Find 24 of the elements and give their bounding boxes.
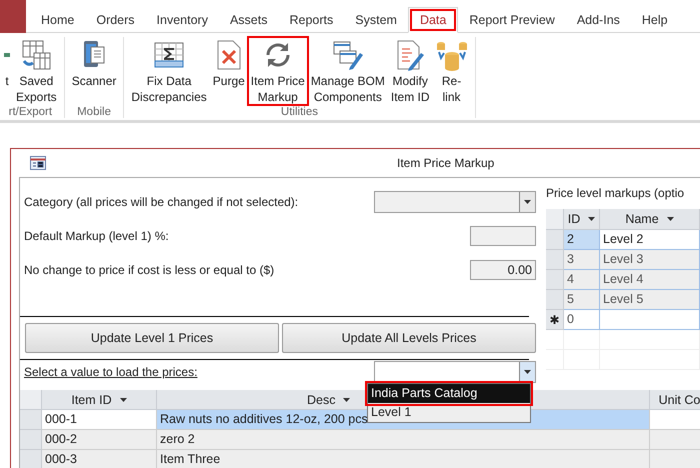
group-label: Mobile bbox=[76, 106, 112, 118]
new-row-marker: ✱ bbox=[546, 310, 564, 330]
table-cell: 5 bbox=[564, 290, 600, 310]
table-cell: Level 2 bbox=[600, 230, 700, 250]
table-cell: Level 4 bbox=[600, 270, 700, 290]
table-cell: 000-2 bbox=[42, 430, 157, 450]
field-label: No change to price if cost is less or equal to ($) bbox=[24, 263, 274, 277]
table-cell: Level 5 bbox=[600, 290, 700, 310]
form-title: Item Price Markup bbox=[397, 156, 494, 170]
table-cell: Level 3 bbox=[600, 250, 700, 270]
table-cell: 0 bbox=[564, 310, 600, 330]
field-label: Select a value to load the prices: bbox=[24, 365, 198, 379]
field-label: Default Markup (level 1) %: bbox=[24, 229, 169, 243]
group-label: rt/Export bbox=[8, 106, 54, 118]
table-cell: 4 bbox=[564, 270, 600, 290]
table-cell: zero 2 bbox=[157, 430, 650, 450]
group-label: Utilities bbox=[280, 106, 319, 118]
table-cell: 3 bbox=[564, 250, 600, 270]
field-label: Category (all prices will be changed if not selected): bbox=[24, 195, 298, 209]
field-label: Price level markups (optio bbox=[546, 186, 684, 200]
table-cell: 000-1 bbox=[42, 410, 157, 430]
table-cell: 2 bbox=[564, 230, 600, 250]
table-cell: Item Three bbox=[157, 450, 650, 468]
table-cell: 000-3 bbox=[42, 450, 157, 468]
